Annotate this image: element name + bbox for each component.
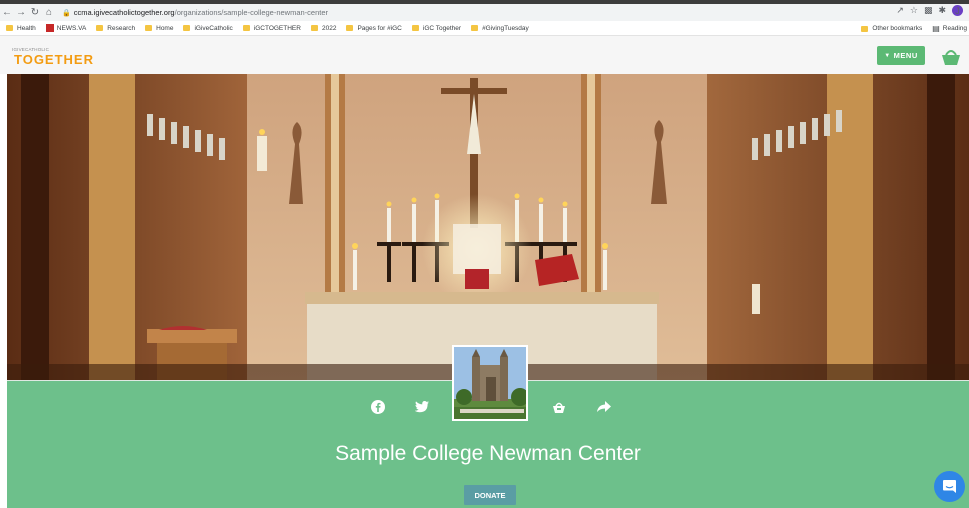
bookmark-label: Home [156, 24, 174, 32]
organization-name: Sample College Newman Center [335, 442, 641, 465]
bookmark-label: Pages for #iGC [357, 24, 402, 32]
menu-button[interactable]: ▼ MENU [877, 46, 925, 65]
folder-icon [183, 25, 191, 31]
news-icon [45, 24, 54, 32]
reading-list[interactable]: ▤ Reading [932, 24, 967, 33]
hero-banner-image [7, 74, 969, 381]
organization-photo [452, 345, 528, 421]
url-domain: ccma.igivecatholictogether.org [73, 8, 175, 17]
back-icon[interactable]: ← [0, 7, 14, 18]
share-icon[interactable] [597, 400, 611, 414]
site-logo[interactable]: TOGETHER [14, 52, 94, 67]
star-icon[interactable]: ☆ [910, 5, 918, 16]
folder-icon [346, 25, 354, 31]
folder-icon [242, 25, 250, 31]
bookmark-home[interactable]: Home [145, 25, 173, 32]
basket-icon[interactable] [940, 47, 962, 67]
chat-launcher-button[interactable] [934, 471, 965, 502]
bookmark-igctogether[interactable]: iGCTOGETHER [242, 24, 301, 32]
forward-icon[interactable]: → [14, 7, 28, 18]
reading-list-icon: ▤ [932, 24, 940, 33]
bookmark-givingtuesday[interactable]: #GivingTuesday [471, 25, 529, 32]
folder-icon [310, 25, 318, 31]
reading-list-label: Reading [942, 25, 967, 32]
bookmark-label: 2022 [321, 24, 337, 32]
bookmark-label: iGiveCatholic [194, 24, 233, 32]
bookmark-label: Research [107, 24, 136, 32]
lock-icon[interactable]: 🔒 [62, 9, 71, 17]
bookmark-news-va[interactable]: NEWS.VA [45, 24, 87, 32]
reload-icon[interactable]: ↻ [28, 7, 42, 18]
menu-label: MENU [893, 51, 918, 60]
donate-button[interactable]: DONATE [464, 485, 516, 505]
extension-icon[interactable]: ▩ [924, 5, 933, 16]
bookmark-pages-for-igc[interactable]: Pages for #iGC [346, 24, 402, 32]
folder-icon [6, 25, 13, 31]
home-icon[interactable]: ⌂ [42, 7, 56, 18]
bookmark-2022[interactable]: 2022 [310, 24, 337, 32]
folder-icon [861, 25, 869, 32]
url-path: /organizations/sample-college-newman-cen… [174, 8, 329, 17]
facebook-icon[interactable] [371, 400, 385, 414]
folder-icon [411, 25, 419, 31]
caret-down-icon: ▼ [884, 52, 891, 59]
bookmark-label: iGCTOGETHER [253, 24, 301, 32]
browser-toolbar: ← → ↻ ⌂ 🔒 ccma.igivecatholictogether.org… [0, 4, 969, 21]
address-bar[interactable]: ccma.igivecatholictogether.org/organizat… [74, 8, 328, 17]
twitter-icon[interactable] [415, 400, 429, 414]
bookmark-igivecatholic[interactable]: iGiveCatholic [183, 24, 233, 32]
bookmark-label: #GivingTuesday [482, 24, 529, 32]
bookmark-research[interactable]: Research [96, 25, 135, 32]
bookmark-label: Health [17, 24, 36, 32]
basket-icon[interactable] [552, 400, 566, 414]
folder-icon [96, 25, 104, 31]
site-header: IGIVECATHOLIC TOGETHER [0, 36, 969, 74]
folder-icon [471, 25, 479, 31]
bookmark-label: NEWS.VA [56, 24, 87, 32]
chat-icon [943, 480, 956, 493]
bookmark-igc-together[interactable]: iGC Together [411, 24, 462, 32]
bookmarks-bar: Health NEWS.VA Research Home iGiveCathol… [0, 21, 969, 36]
bookmark-label: Other bookmarks [872, 25, 923, 32]
bookmark-health[interactable]: Health [6, 25, 36, 32]
folder-icon [145, 25, 153, 31]
share-page-icon[interactable]: ↗ [896, 5, 904, 16]
other-bookmarks[interactable]: Other bookmarks [861, 25, 922, 32]
bookmark-label: iGC Together [422, 24, 462, 32]
puzzle-icon[interactable]: ✱ [938, 5, 946, 16]
profile-avatar[interactable]: J [952, 5, 963, 16]
